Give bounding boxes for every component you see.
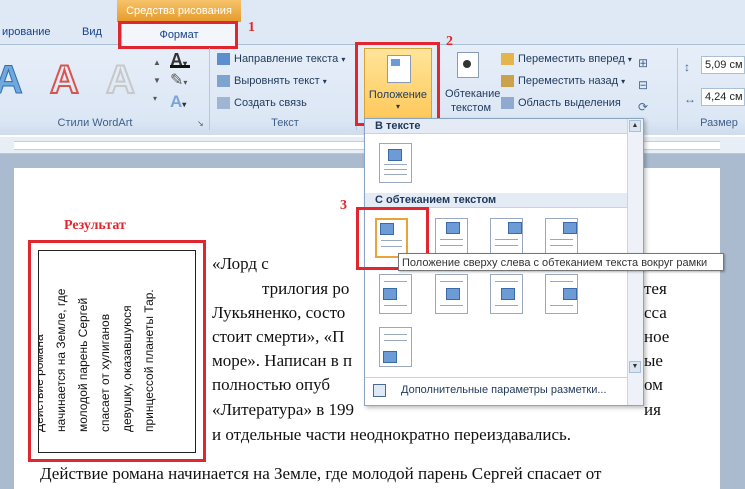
selection-pane-button[interactable]: Область выделения — [501, 97, 621, 110]
wordart-dialog-launcher-icon[interactable]: ↘ — [197, 119, 204, 128]
tab-review[interactable]: ирование — [2, 26, 51, 38]
annotation-number-2: 2 — [446, 34, 453, 49]
width-input[interactable]: 4,24 см — [701, 88, 745, 106]
doc-right-fragment: тея — [644, 279, 667, 298]
rotated-line: спасает от хулиганов — [98, 313, 112, 432]
wrap-text-button[interactable]: Обтекание текстом — [445, 50, 501, 116]
position-middle-center-option[interactable] — [435, 274, 468, 314]
rotated-line: молодой парень Сергей — [76, 297, 90, 432]
doc-line: и отдельные части неоднократно переиздав… — [212, 425, 572, 444]
rotated-line: Действие романа — [38, 334, 46, 432]
text-direction-button[interactable]: Направление текста ▾ — [217, 53, 345, 66]
annotation-box-2 — [355, 42, 440, 126]
doc-line: стоит смерти», «П — [212, 327, 345, 346]
text-effects-icon[interactable]: A▾ — [170, 92, 186, 112]
send-backward-icon — [501, 75, 514, 88]
wrap-text-icon — [457, 52, 479, 78]
link-icon — [217, 97, 230, 110]
text-direction-icon — [217, 53, 230, 66]
doc-right-fragment: ия — [644, 400, 661, 419]
position-top-center-option[interactable] — [435, 218, 468, 258]
width-icon: ↔ — [684, 92, 696, 106]
drawing-tools-context-header: Средства рисования — [117, 0, 241, 22]
align-text-icon — [217, 75, 230, 88]
wordart-gallery-scroll[interactable]: ▲ ▼ ▾ — [153, 54, 161, 110]
annotation-box-1 — [118, 21, 238, 49]
annotation-number-1: 1 — [248, 20, 255, 35]
position-middle-right-option[interactable] — [490, 274, 523, 314]
doc-line: «Лорд с — [212, 254, 269, 273]
rotated-line: принцессой планеты Тар. — [142, 289, 156, 432]
tab-view[interactable]: Вид — [82, 26, 102, 38]
group-separator — [209, 48, 210, 130]
rotated-line: начинается на Земле, где — [54, 288, 68, 432]
position-top-right-option[interactable] — [490, 218, 523, 258]
size-group-label: Размер — [700, 117, 738, 129]
rotated-line: девушку, оказавшуюся — [120, 305, 134, 432]
wrap-text-label-1: Обтекание — [445, 88, 501, 100]
group-separator — [677, 48, 678, 130]
more-layout-options-label: Дополнительные параметры разметки... — [401, 384, 607, 396]
align-icons[interactable]: ⊞ ⊟ ⟳ — [638, 52, 648, 118]
doc-line: трилогия ро — [262, 279, 350, 298]
selection-pane-icon — [501, 97, 514, 110]
doc-right-fragment: сса — [644, 303, 667, 322]
rotated-text-box[interactable]: Действие романа начинается на Земле, где… — [38, 250, 196, 453]
send-backward-button[interactable]: Переместить назад ▾ — [501, 75, 625, 88]
rotated-text: Действие романа начинается на Земле, где… — [38, 252, 160, 432]
height-input[interactable]: 5,09 см — [701, 56, 745, 74]
result-label: Результат — [64, 218, 126, 233]
wordart-style-gray-outline[interactable]: A — [105, 57, 136, 103]
doc-line: море». Написан в п — [212, 351, 353, 370]
height-icon: ↕ — [684, 60, 690, 74]
doc-line: «Литература» в 199 — [212, 400, 354, 419]
bring-forward-button[interactable]: Переместить вперед ▾ — [501, 53, 632, 66]
text-group-label: Текст — [271, 117, 299, 129]
wrap-text-label-2: текстом — [450, 102, 492, 114]
section-inline-header: В тексте — [365, 119, 627, 134]
wordart-group-label: Стили WordArt — [57, 117, 133, 129]
position-top-right-option[interactable] — [545, 218, 578, 258]
layout-options-icon — [373, 384, 386, 397]
position-inline-option[interactable] — [379, 143, 412, 183]
scroll-down-icon[interactable]: ▼ — [629, 361, 641, 373]
text-outline-icon[interactable]: ✎▾ — [170, 70, 187, 90]
text-fill-color-bar — [170, 65, 190, 68]
option-tooltip: Положение сверху слева с обтеканием текс… — [398, 253, 724, 271]
scroll-up-icon[interactable]: ▲ — [629, 120, 641, 132]
doc-line: полностью опуб — [212, 375, 331, 394]
doc-right-fragment: ное — [644, 327, 670, 346]
position-bottom-left-option[interactable] — [379, 327, 412, 367]
section-wrap-header: С обтеканием текстом — [365, 193, 627, 208]
align-text-button[interactable]: Выровнять текст ▾ — [217, 75, 327, 88]
doc-right-fragment: ые — [644, 351, 663, 370]
annotation-number-3: 3 — [340, 198, 347, 213]
doc-line: Лукьяненко, состо — [212, 303, 346, 322]
position-middle-right-option[interactable] — [545, 274, 578, 314]
more-layout-options-item[interactable]: Дополнительные параметры разметки... — [365, 377, 627, 405]
doc-line: Действие романа начинается на Земле, где… — [40, 464, 602, 483]
position-middle-left-option[interactable] — [379, 274, 412, 314]
wordart-style-red-outline[interactable]: A — [49, 57, 80, 103]
doc-right-fragment: ом — [644, 375, 663, 394]
wordart-style-blue[interactable]: A — [0, 58, 23, 103]
bring-forward-icon — [501, 53, 514, 66]
create-link-button[interactable]: Создать связь — [217, 97, 307, 110]
